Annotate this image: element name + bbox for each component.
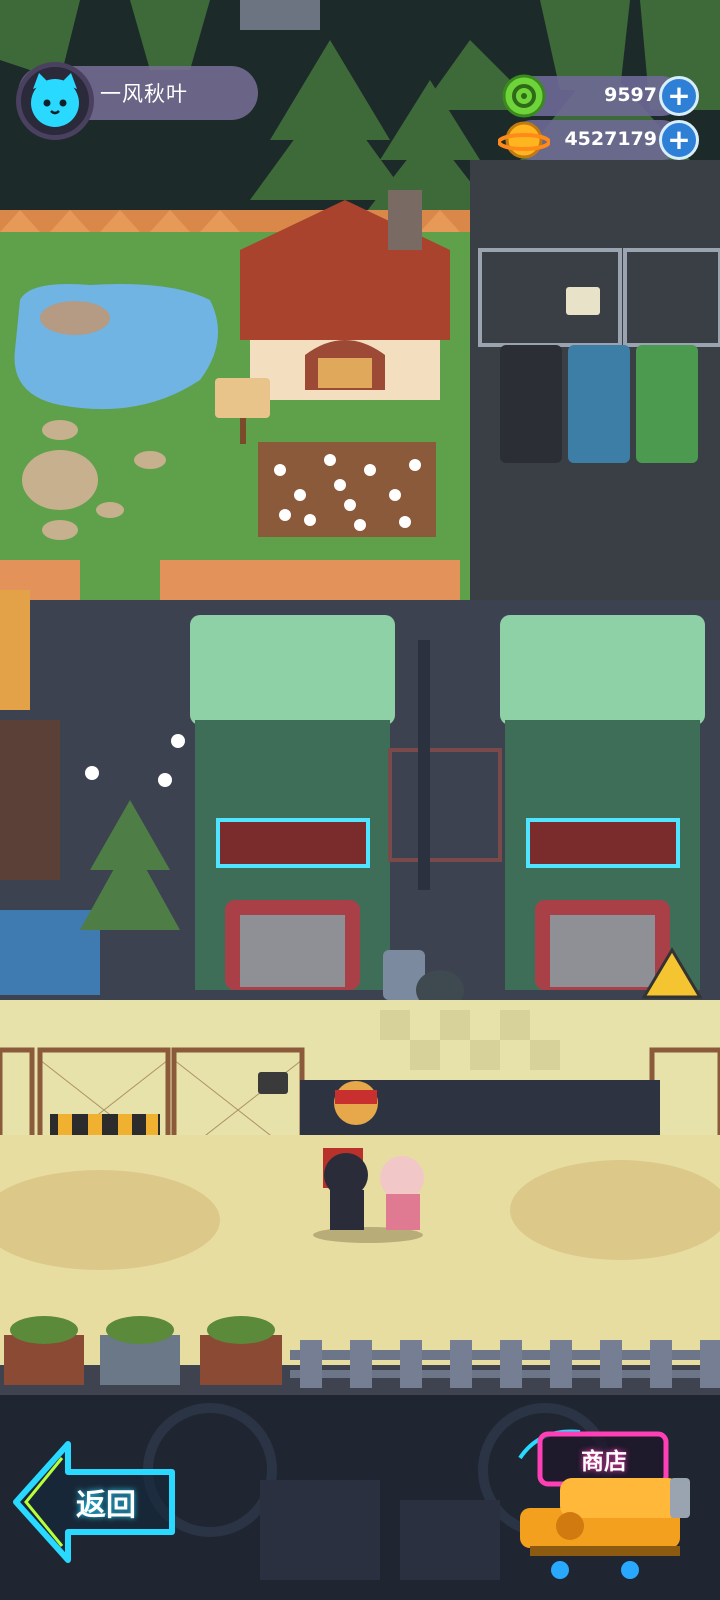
back-label: 返回: [76, 1488, 136, 1523]
trash-bin-black: [500, 345, 562, 463]
game-scene: [0, 0, 720, 1600]
plus-icon: +: [667, 79, 691, 112]
add-green-currency-button[interactable]: +: [659, 76, 699, 116]
trash-bin-green: [636, 345, 698, 463]
plus-icon: +: [667, 123, 691, 156]
player-name: 一风秋叶: [100, 82, 188, 106]
planters: [4, 1316, 282, 1385]
garage-right: [500, 615, 705, 990]
cyan-cat-face-icon: [31, 73, 79, 127]
gold-currency-value: 4527179: [564, 128, 657, 150]
trash-bin-blue: [568, 345, 630, 463]
shop-label: 商店: [581, 1449, 627, 1475]
garage-left: [190, 615, 395, 990]
player-avatar[interactable]: [16, 62, 94, 140]
add-gold-currency-button[interactable]: +: [659, 120, 699, 160]
green-currency-value: 9597: [604, 84, 657, 106]
